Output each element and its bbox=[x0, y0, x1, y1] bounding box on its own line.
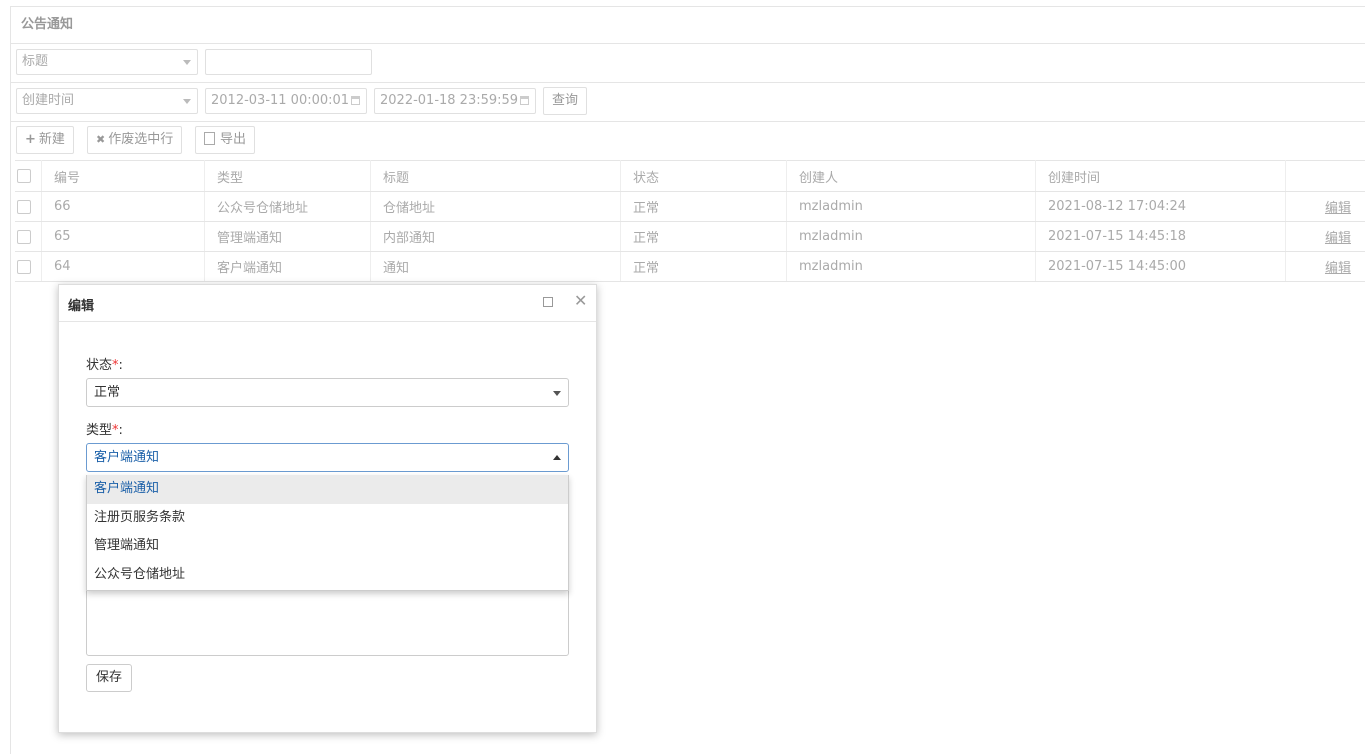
new-button-label: 新建 bbox=[39, 132, 65, 147]
status-select[interactable]: 正常 bbox=[86, 378, 569, 407]
type-dropdown-list: 客户端通知 注册页服务条款 管理端通知 公众号仓储地址 bbox=[86, 475, 569, 591]
cell-created: 2021-07-15 14:45:00 bbox=[1036, 252, 1286, 282]
status-label-text: 状态 bbox=[86, 358, 112, 373]
table-row[interactable]: 66 公众号仓储地址 仓储地址 正常 mzladmin 2021-08-12 1… bbox=[15, 192, 1365, 222]
export-file-icon bbox=[204, 132, 215, 145]
cell-type: 客户端通知 bbox=[205, 252, 371, 282]
status-select-value: 正常 bbox=[94, 385, 120, 400]
calendar-icon[interactable] bbox=[351, 96, 360, 105]
cell-title: 内部通知 bbox=[371, 222, 621, 252]
cell-status: 正常 bbox=[621, 192, 787, 222]
date-start-value: 2012-03-11 00:00:01 bbox=[211, 93, 349, 108]
header-type[interactable]: 类型 bbox=[205, 161, 371, 192]
dialog-header: 编辑 ✕ bbox=[59, 285, 596, 322]
label-colon: : bbox=[119, 423, 123, 438]
type-option[interactable]: 管理端通知 bbox=[87, 532, 568, 561]
field-select[interactable]: 标题 bbox=[16, 49, 198, 75]
calendar-icon[interactable] bbox=[520, 96, 529, 105]
edit-link[interactable]: 编辑 bbox=[1325, 261, 1351, 276]
cell-title: 通知 bbox=[371, 252, 621, 282]
export-button[interactable]: 导出 bbox=[195, 126, 255, 154]
cell-title: 仓储地址 bbox=[371, 192, 621, 222]
date-end-input[interactable]: 2022-01-18 23:59:59 bbox=[374, 88, 536, 114]
edit-dialog: 编辑 ✕ 状态*: 正常 类型*: 客户端通知 客户端通知 注册页服务条款 管理… bbox=[58, 284, 597, 733]
date-end-value: 2022-01-18 23:59:59 bbox=[380, 93, 518, 108]
table-row[interactable]: 64 客户端通知 通知 正常 mzladmin 2021-07-15 14:45… bbox=[15, 252, 1365, 282]
header-title[interactable]: 标题 bbox=[371, 161, 621, 192]
cell-created: 2021-08-12 17:04:24 bbox=[1036, 192, 1286, 222]
cell-creator: mzladmin bbox=[787, 192, 1036, 222]
header-id[interactable]: 编号 bbox=[42, 161, 205, 192]
void-selected-button[interactable]: ✖作废选中行 bbox=[87, 126, 182, 154]
close-icon[interactable]: ✕ bbox=[574, 291, 587, 311]
type-select-value: 客户端通知 bbox=[94, 450, 159, 465]
cell-type: 公众号仓储地址 bbox=[205, 192, 371, 222]
chevron-down-icon bbox=[183, 60, 191, 65]
edit-link[interactable]: 编辑 bbox=[1325, 201, 1351, 216]
row-checkbox[interactable] bbox=[17, 230, 31, 244]
panel-title: 公告通知 bbox=[11, 7, 1365, 44]
date-field-select-value: 创建时间 bbox=[22, 93, 74, 108]
select-all-checkbox[interactable] bbox=[17, 169, 31, 183]
cell-id: 66 bbox=[42, 192, 205, 222]
divider bbox=[11, 121, 1365, 122]
type-option[interactable]: 客户端通知 bbox=[87, 475, 568, 504]
row-checkbox[interactable] bbox=[17, 260, 31, 274]
cell-id: 65 bbox=[42, 222, 205, 252]
type-label-text: 类型 bbox=[86, 423, 112, 438]
field-select-value: 标题 bbox=[22, 54, 48, 69]
new-button[interactable]: +新建 bbox=[16, 126, 74, 154]
chevron-up-icon bbox=[553, 455, 561, 460]
plus-icon: + bbox=[25, 127, 36, 153]
cell-status: 正常 bbox=[621, 222, 787, 252]
cell-status: 正常 bbox=[621, 252, 787, 282]
date-start-input[interactable]: 2012-03-11 00:00:01 bbox=[205, 88, 367, 114]
date-field-select[interactable]: 创建时间 bbox=[16, 88, 198, 114]
header-actions bbox=[1286, 161, 1365, 192]
void-button-label: 作废选中行 bbox=[108, 132, 173, 147]
save-button[interactable]: 保存 bbox=[86, 664, 132, 692]
cell-creator: mzladmin bbox=[787, 222, 1036, 252]
header-status[interactable]: 状态 bbox=[621, 161, 787, 192]
status-label: 状态*: bbox=[86, 354, 123, 373]
chevron-down-icon bbox=[183, 99, 191, 104]
header-created[interactable]: 创建时间 bbox=[1036, 161, 1286, 192]
divider bbox=[11, 82, 1365, 83]
type-label: 类型*: bbox=[86, 419, 123, 438]
table-header-row: 编号 类型 标题 状态 创建人 创建时间 bbox=[15, 161, 1365, 192]
edit-link[interactable]: 编辑 bbox=[1325, 231, 1351, 246]
maximize-icon[interactable] bbox=[543, 297, 553, 307]
cell-creator: mzladmin bbox=[787, 252, 1036, 282]
dialog-title: 编辑 bbox=[68, 295, 94, 314]
table-row[interactable]: 65 管理端通知 内部通知 正常 mzladmin 2021-07-15 14:… bbox=[15, 222, 1365, 252]
cell-id: 64 bbox=[42, 252, 205, 282]
type-option[interactable]: 注册页服务条款 bbox=[87, 504, 568, 533]
row-checkbox[interactable] bbox=[17, 200, 31, 214]
content-textarea[interactable] bbox=[86, 581, 569, 656]
query-button[interactable]: 查询 bbox=[543, 87, 587, 115]
header-creator[interactable]: 创建人 bbox=[787, 161, 1036, 192]
keyword-input[interactable] bbox=[205, 49, 372, 75]
label-colon: : bbox=[119, 358, 123, 373]
type-option[interactable]: 公众号仓储地址 bbox=[87, 561, 568, 590]
cell-type: 管理端通知 bbox=[205, 222, 371, 252]
chevron-down-icon bbox=[553, 391, 561, 396]
type-select[interactable]: 客户端通知 bbox=[86, 443, 569, 472]
close-icon: ✖ bbox=[96, 127, 105, 153]
notice-table: 编号 类型 标题 状态 创建人 创建时间 66 公众号仓储地址 仓储地址 正常 … bbox=[15, 160, 1365, 282]
export-button-label: 导出 bbox=[220, 132, 246, 147]
cell-created: 2021-07-15 14:45:18 bbox=[1036, 222, 1286, 252]
